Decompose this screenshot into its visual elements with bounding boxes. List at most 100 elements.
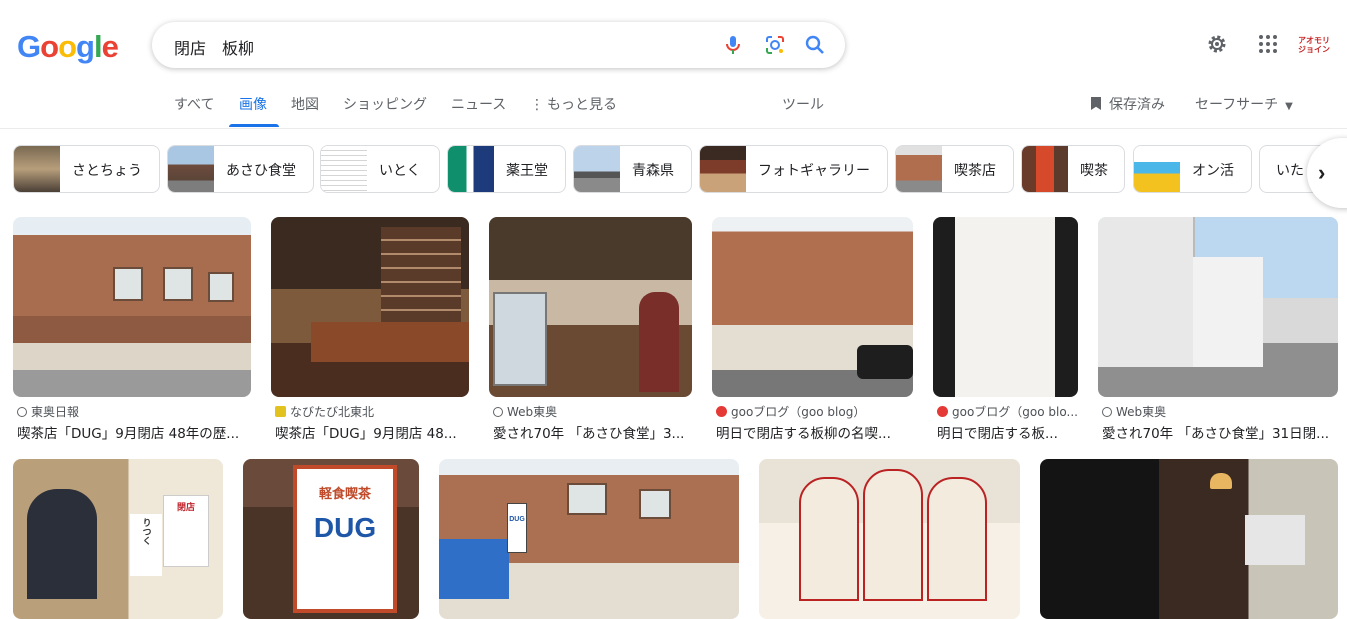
tools-button[interactable]: ツール (782, 94, 824, 114)
tab-images[interactable]: 画像 (239, 94, 267, 114)
chip[interactable]: さとちょう (13, 145, 160, 193)
counter-shape (311, 322, 469, 362)
result-title[interactable]: 明日で閉店する板... (937, 422, 1078, 442)
related-search-chips: さとちょう あさひ食堂 いとく 薬王堂 青森県 フォトギャラリー 喫茶店 喫茶 … (0, 145, 1347, 193)
chip-label: 喫茶店 (954, 163, 996, 179)
result-source: なびたび北東北 (275, 403, 374, 420)
image-result[interactable] (759, 459, 1020, 619)
result-source: gooブログ（goo blog） (716, 403, 865, 420)
result-thumbnail[interactable] (933, 217, 1078, 397)
chip[interactable]: フォトギャラリー (699, 145, 888, 193)
chip-label: さとちょう (72, 163, 142, 179)
result-thumbnail[interactable] (13, 217, 251, 397)
chip[interactable]: いとく (320, 145, 440, 193)
tab-more[interactable]: ⋮ もっと見る (530, 94, 617, 114)
image-result[interactable]: なびたび北東北 喫茶店「DUG」9月閉店 48... (271, 217, 469, 447)
more-vert-icon: ⋮ (530, 97, 544, 113)
account-avatar-text: アオモリジョイン (1298, 36, 1330, 54)
car-shape (857, 345, 913, 379)
result-thumbnail[interactable]: 閉店 りつく (13, 459, 223, 619)
screen-shape (1245, 515, 1305, 565)
lamp-shape (1210, 473, 1232, 489)
result-thumbnail[interactable] (712, 217, 913, 397)
result-title[interactable]: 喫茶店「DUG」9月閉店 48年の歴... (17, 422, 251, 442)
search-box[interactable]: 閉店 板柳 (152, 22, 845, 68)
chip-label: 喫茶 (1080, 163, 1108, 179)
saved-button[interactable]: 保存済み (1091, 94, 1165, 114)
tarp-shape (439, 539, 509, 599)
tab-news[interactable]: ニュース (451, 94, 506, 114)
result-title[interactable]: 愛され70年 「あさひ食堂」3... (493, 422, 692, 442)
chip-label: 青森県 (632, 163, 674, 179)
building-shape (1193, 257, 1263, 367)
result-title[interactable]: 明日で閉店する板柳の名喫... (716, 422, 913, 442)
person-shape (863, 469, 923, 601)
poster-shape: 閉店 (163, 495, 209, 567)
result-thumbnail[interactable]: DUG (439, 459, 739, 619)
settings-gear-icon[interactable] (1205, 32, 1229, 61)
poster-shape: りつく (130, 514, 162, 576)
header: Google 閉店 板柳 アオモリジョイン すべて 画像 地図 ショッピング ニ… (0, 0, 1347, 129)
site-favicon-icon (275, 406, 286, 417)
search-input[interactable]: 閉店 板柳 (174, 35, 254, 59)
result-thumbnail[interactable] (1040, 459, 1338, 619)
tab-all[interactable]: すべて (174, 94, 214, 114)
chip[interactable]: 薬王堂 (447, 145, 566, 193)
result-source: Web東奥 (493, 403, 557, 420)
camera-search-icon[interactable] (763, 33, 787, 57)
result-title[interactable]: 喫茶店「DUG」9月閉店 48... (275, 422, 469, 442)
globe-icon (493, 407, 503, 417)
bookmark-icon (1091, 97, 1101, 110)
account-avatar[interactable]: アオモリジョイン (1297, 28, 1331, 62)
building-shape (1098, 217, 1195, 367)
chip[interactable]: オン活 (1133, 145, 1252, 193)
tab-maps[interactable]: 地図 (291, 94, 319, 114)
result-title[interactable]: 愛され70年 「あさひ食堂」31日閉... (1102, 422, 1338, 442)
chip[interactable]: 青森県 (573, 145, 692, 193)
apps-grid-icon[interactable] (1256, 32, 1280, 61)
result-source-label: gooブログ（goo blo... (952, 405, 1078, 419)
result-thumbnail[interactable]: 軽食喫茶 DUG (243, 459, 419, 619)
search-icon[interactable] (803, 33, 827, 57)
window-shape (113, 267, 143, 301)
image-result[interactable]: 軽食喫茶 DUG (243, 459, 419, 619)
result-source-label: なびたび北東北 (290, 405, 375, 419)
safesearch-dropdown[interactable]: セーフサーチ ▼ (1195, 94, 1293, 114)
chip-label: オン活 (1192, 163, 1234, 179)
globe-icon (1102, 407, 1112, 417)
image-result[interactable]: 東奥日報 喫茶店「DUG」9月閉店 48年の歴... (13, 217, 251, 447)
poster-text: りつく (140, 518, 151, 545)
image-result[interactable]: gooブログ（goo blog） 明日で閉店する板柳の名喫... (712, 217, 913, 447)
result-thumbnail[interactable] (271, 217, 469, 397)
chip[interactable]: あさひ食堂 (167, 145, 314, 193)
window-shape (208, 272, 234, 302)
chip-label: あさひ食堂 (226, 163, 296, 179)
image-result[interactable]: DUG (439, 459, 739, 619)
person-shape (927, 477, 987, 601)
result-thumbnail[interactable] (1098, 217, 1338, 397)
active-tab-indicator (229, 124, 279, 127)
image-result[interactable]: Web東奥 愛され70年 「あさひ食堂」31日閉... (1098, 217, 1338, 447)
image-result[interactable]: Web東奥 愛され70年 「あさひ食堂」3... (489, 217, 692, 447)
chip-thumbnail (1022, 146, 1068, 192)
microphone-icon[interactable] (721, 33, 745, 57)
chip-label: 薬王堂 (506, 163, 548, 179)
tab-shopping[interactable]: ショッピング (343, 94, 427, 114)
shelf-shape (381, 227, 461, 327)
result-thumbnail[interactable] (489, 217, 692, 397)
notice-paper-shape (955, 217, 1055, 397)
globe-icon (17, 407, 27, 417)
image-result[interactable] (1040, 459, 1338, 619)
result-source-label: Web東奥 (1116, 405, 1167, 419)
result-source: Web東奥 (1102, 403, 1166, 420)
result-thumbnail[interactable] (759, 459, 1020, 619)
window-shape (639, 489, 671, 519)
sign-text: DUG (313, 512, 377, 543)
chip[interactable]: 喫茶 (1021, 145, 1125, 193)
image-result[interactable]: 閉店 りつく (13, 459, 223, 619)
sign-text: DUG (509, 516, 525, 523)
chip[interactable]: 喫茶店 (895, 145, 1014, 193)
google-logo[interactable]: Google (17, 29, 119, 65)
window-shape (567, 483, 607, 515)
image-result[interactable]: gooブログ（goo blo... 明日で閉店する板... (933, 217, 1078, 447)
